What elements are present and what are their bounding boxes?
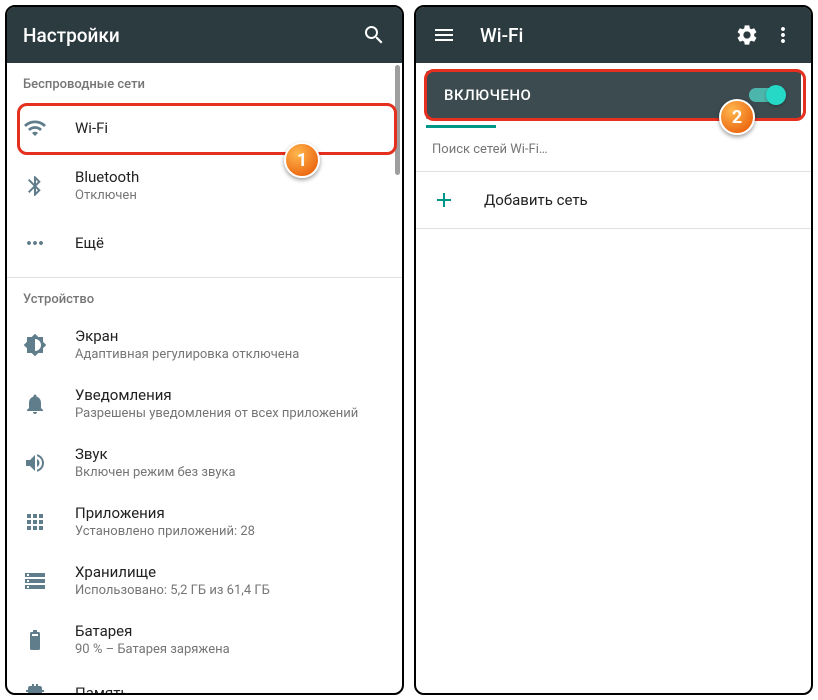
apps-sub: Установлено приложений: 28 — [75, 524, 255, 539]
settings-screen: Настройки Беспроводные сети Wi-Fi Blueto… — [5, 5, 404, 695]
apps-label: Приложения — [75, 504, 255, 522]
item-wifi[interactable]: Wi-Fi — [7, 100, 402, 156]
sound-icon — [23, 451, 47, 475]
bell-icon — [23, 392, 47, 416]
plus-icon — [432, 188, 456, 212]
app-bar-title: Настройки — [23, 24, 346, 47]
toggle-switch[interactable] — [749, 88, 783, 102]
sound-sub: Включен режим без звука — [75, 465, 236, 480]
more-icon — [23, 231, 47, 255]
more-vert-icon[interactable] — [771, 23, 795, 47]
gear-icon[interactable] — [735, 23, 759, 47]
item-notifications[interactable]: Уведомления Разрешены уведомления от все… — [7, 374, 402, 433]
toggle-thumb — [766, 85, 786, 105]
app-bar-wifi: Wi-Fi — [416, 7, 811, 63]
searching-text: Поиск сетей Wi-Fi… — [416, 128, 811, 171]
item-apps[interactable]: Приложения Установлено приложений: 28 — [7, 492, 402, 551]
battery-label: Батарея — [75, 622, 230, 640]
search-icon[interactable] — [362, 23, 386, 47]
bluetooth-label: Bluetooth — [75, 168, 139, 186]
app-bar-settings: Настройки — [7, 7, 402, 63]
wifi-icon — [23, 116, 47, 140]
apps-icon — [23, 510, 47, 534]
section-device: Устройство — [7, 278, 402, 315]
memory-icon — [23, 681, 47, 695]
item-bluetooth[interactable]: Bluetooth Отключен — [7, 156, 402, 215]
item-sound[interactable]: Звук Включен режим без звука — [7, 433, 402, 492]
sound-label: Звук — [75, 445, 236, 463]
divider — [416, 228, 811, 229]
item-more[interactable]: Ещё — [7, 215, 402, 271]
menu-icon[interactable] — [432, 23, 456, 47]
display-label: Экран — [75, 327, 299, 345]
storage-icon — [23, 569, 47, 593]
wifi-label: Wi-Fi — [75, 119, 108, 137]
notifications-sub: Разрешены уведомления от всех приложений — [75, 406, 358, 421]
storage-sub: Использовано: 5,2 ГБ из 61,4 ГБ — [75, 583, 270, 598]
item-storage[interactable]: Хранилище Использовано: 5,2 ГБ из 61,4 Г… — [7, 551, 402, 610]
add-network-label: Добавить сеть — [484, 191, 588, 209]
section-wireless: Беспроводные сети — [7, 63, 402, 100]
battery-icon — [23, 628, 47, 652]
wifi-title: Wi-Fi — [480, 24, 719, 47]
memory-label: Память — [75, 684, 129, 695]
bluetooth-sub: Отключен — [75, 188, 139, 203]
callout-2: 2 — [719, 99, 755, 135]
display-sub: Адаптивная регулировка отключена — [75, 347, 299, 362]
more-label: Ещё — [75, 234, 104, 252]
item-display[interactable]: Экран Адаптивная регулировка отключена — [7, 315, 402, 374]
storage-label: Хранилище — [75, 563, 270, 581]
callout-1: 1 — [284, 142, 320, 178]
item-memory[interactable]: Память — [7, 669, 402, 695]
add-network[interactable]: Добавить сеть — [416, 172, 811, 228]
notifications-label: Уведомления — [75, 386, 358, 404]
item-battery[interactable]: Батарея 90 % – Батарея заряжена — [7, 610, 402, 669]
wifi-screen: Wi-Fi ВКЛЮЧЕНО Поиск сетей Wi-Fi… Добави… — [414, 5, 813, 695]
wifi-toggle-label: ВКЛЮЧЕНО — [444, 86, 749, 104]
battery-sub: 90 % – Батарея заряжена — [75, 642, 230, 657]
bluetooth-icon — [23, 174, 47, 198]
display-icon — [23, 333, 47, 357]
